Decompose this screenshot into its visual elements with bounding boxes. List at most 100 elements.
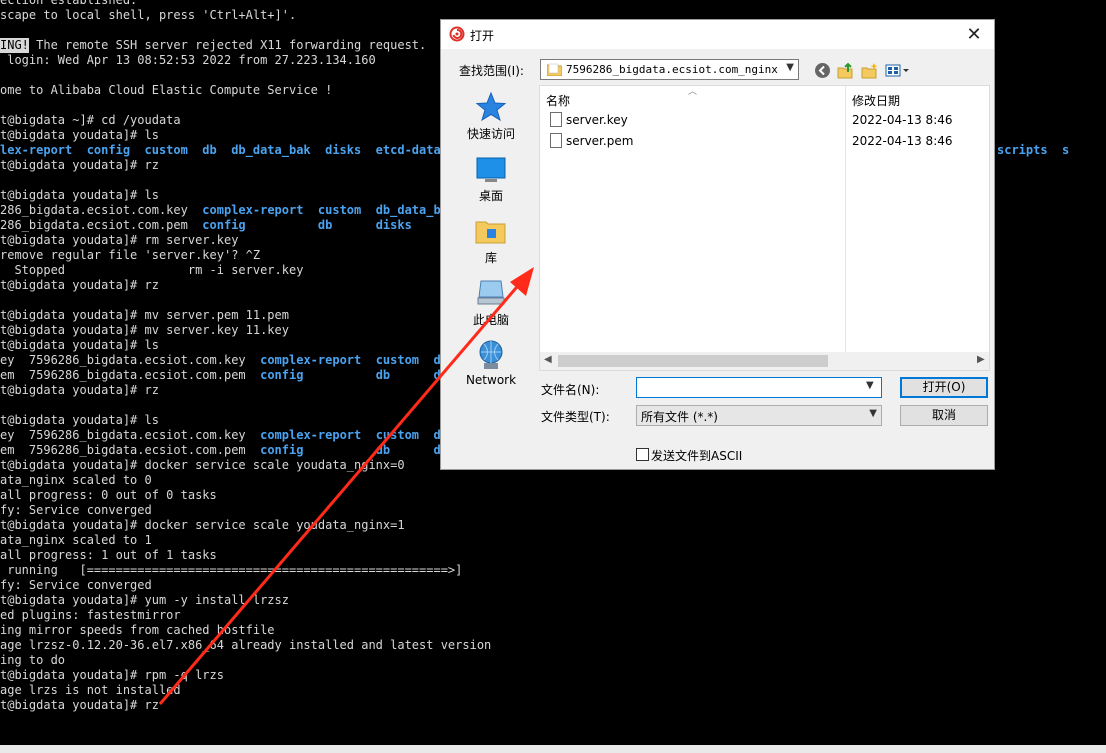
file-list[interactable]: 名称 ︿ 修改日期 server.key 2022-04-13 8:46 ser… <box>539 85 990 371</box>
terminal-line: t@bigdata youdata]# yum -y install lrzsz <box>0 593 289 608</box>
terminal-text: t@bigdata youdata]# rz <box>0 278 159 292</box>
new-folder-icon[interactable] <box>861 62 878 79</box>
terminal-line: ing mirror speeds from cached hostfile <box>0 623 275 638</box>
folder-icon <box>547 63 562 76</box>
terminal-text: ing to do <box>0 653 66 667</box>
place-label: Network <box>465 373 517 387</box>
terminal-text: t@bigdata youdata]# rz <box>0 158 159 172</box>
sort-ascending-icon: ︿ <box>688 87 698 97</box>
terminal-line: em 7596286_bigdata.ecsiot.com.pem config… <box>0 368 455 383</box>
ascii-checkbox[interactable] <box>636 448 649 461</box>
terminal-line: ata_nginx scaled to 1 <box>0 533 152 548</box>
directory-name: config db dis <box>260 368 456 382</box>
directory-name: lex-report config custom db db_data_bak … <box>0 143 441 157</box>
column-header-name[interactable]: 名称 <box>546 92 570 109</box>
terminal-text: fy: Service converged <box>0 578 152 592</box>
terminal-line: Stopped rm -i server.key <box>0 263 303 278</box>
filename-input[interactable] <box>636 377 882 398</box>
terminal-line: age lrzs is not installed <box>0 683 181 698</box>
dialog-title: 打开 <box>470 29 495 43</box>
directory-name: config db dis <box>260 443 456 457</box>
lookin-dropdown[interactable]: 7596286_bigdata.ecsiot.com_nginx ▼ <box>540 59 799 80</box>
terminal-text: ata_nginx scaled to 1 <box>0 533 152 547</box>
place-network[interactable]: Network <box>447 339 535 387</box>
network-icon <box>479 340 503 369</box>
place-label: 桌面 <box>478 189 503 203</box>
terminal-text: t@bigdata youdata]# rz <box>0 698 159 712</box>
back-icon[interactable] <box>814 62 831 79</box>
terminal-text: t@bigdata youdata]# ls <box>0 338 159 352</box>
terminal-line: ection established. <box>0 0 137 8</box>
filetype-value: 所有文件 (*.*) <box>641 410 718 424</box>
cancel-button[interactable]: 取消 <box>900 405 988 426</box>
directory-name: complex-report custom db_data_bak <box>202 203 456 217</box>
terminal-line: t@bigdata youdata]# mv server.key 11.key <box>0 323 289 338</box>
open-button[interactable]: 打开(O) <box>900 377 988 398</box>
computer-icon <box>477 280 505 305</box>
terminal-line: t@bigdata youdata]# mv server.pem 11.pem <box>0 308 289 323</box>
terminal-text: t@bigdata youdata]# rz <box>0 383 159 397</box>
terminal-text: t@bigdata youdata]# mv server.pem 11.pem <box>0 308 289 322</box>
place-library[interactable]: 库 <box>447 215 535 266</box>
terminal-line: t@bigdata youdata]# rz <box>0 278 159 293</box>
terminal-text: ection established. <box>0 0 138 7</box>
terminal-text: t@bigdata youdata]# ls <box>0 128 159 142</box>
terminal-text: ome to Alibaba Cloud Elastic Compute Ser… <box>0 83 333 97</box>
place-quick-access[interactable]: 快速访问 <box>447 91 535 142</box>
terminal-text: age lrzsz-0.12.20-36.el7.x86_64 already … <box>0 638 492 652</box>
terminal-line: remove regular file 'server.key'? ^Z <box>0 248 260 263</box>
terminal-text: all progress: 0 out of 0 tasks <box>0 488 217 502</box>
place-this-pc[interactable]: 此电脑 <box>447 277 535 328</box>
terminal-line: fy: Service converged <box>0 503 152 518</box>
terminal-text: all progress: 1 out of 1 tasks <box>0 548 217 562</box>
view-menu-icon[interactable] <box>885 62 913 79</box>
terminal-line: fy: Service converged <box>0 578 152 593</box>
file-row[interactable]: server.pem 2022-04-13 8:46 <box>540 131 989 151</box>
terminal-line: t@bigdata youdata]# ls <box>0 338 159 353</box>
terminal-line: all progress: 0 out of 0 tasks <box>0 488 217 503</box>
place-label: 此电脑 <box>472 313 509 327</box>
close-button[interactable]: ✕ <box>960 23 988 47</box>
column-header-date[interactable]: 修改日期 <box>852 92 900 109</box>
lookin-label: 查找范围(I): <box>459 64 524 78</box>
terminal-line: scape to local shell, press 'Ctrl+Alt+]'… <box>0 8 296 23</box>
terminal-line: t@bigdata youdata]# docker service scale… <box>0 518 405 533</box>
file-row[interactable]: server.key 2022-04-13 8:46 <box>540 110 989 130</box>
close-icon[interactable]: ✕ <box>966 24 981 45</box>
directory-name: config db disks <box>202 218 412 232</box>
terminal-line: t@bigdata youdata]# ls <box>0 413 159 428</box>
terminal-text: ed plugins: fastestmirror <box>0 608 181 622</box>
terminal-text: em 7596286_bigdata.ecsiot.com.pem <box>0 368 261 382</box>
terminal-text: ey 7596286_bigdata.ecsiot.com.key <box>0 428 261 442</box>
horizontal-scrollbar[interactable]: ◀ ▶ <box>540 352 989 370</box>
app-swirl-icon <box>449 26 465 42</box>
warning-label: ING! <box>0 38 29 53</box>
terminal-line: ey 7596286_bigdata.ecsiot.com.key comple… <box>0 353 455 368</box>
place-label: 快速访问 <box>466 127 515 141</box>
up-folder-icon[interactable] <box>837 62 854 79</box>
terminal-text: fy: Service converged <box>0 503 152 517</box>
terminal-text: remove regular file 'server.key'? ^Z <box>0 248 261 262</box>
terminal-line: t@bigdata youdata]# ls <box>0 188 159 203</box>
terminal-text: t@bigdata youdata]# yum -y install lrzsz <box>0 593 289 607</box>
directory-name: complex-report custom db_ <box>260 353 456 367</box>
terminal-line: running [===============================… <box>0 563 462 578</box>
scroll-right-icon[interactable]: ▶ <box>977 354 985 365</box>
scrollbar-thumb[interactable] <box>558 355 828 367</box>
terminal-text: t@bigdata youdata]# mv server.key 11.key <box>0 323 289 337</box>
terminal-line: t@bigdata youdata]# rm server.key <box>0 233 238 248</box>
dialog-titlebar[interactable]: 打开 ✕ <box>441 20 994 49</box>
place-desktop[interactable]: 桌面 <box>447 153 535 204</box>
chevron-down-icon[interactable]: ▼ <box>866 380 874 391</box>
library-icon <box>475 221 506 244</box>
chevron-down-icon: ▼ <box>786 62 794 73</box>
file-date: 2022-04-13 8:46 <box>852 113 953 127</box>
filetype-dropdown[interactable]: 所有文件 (*.*) ▼ <box>636 405 882 426</box>
terminal-line: ome to Alibaba Cloud Elastic Compute Ser… <box>0 83 332 98</box>
file-date: 2022-04-13 8:46 <box>852 134 953 148</box>
scroll-left-icon[interactable]: ◀ <box>544 354 552 365</box>
file-icon <box>550 112 562 127</box>
terminal-text: running [===============================… <box>0 563 463 577</box>
terminal-line: login: Wed Apr 13 08:52:53 2022 from 27.… <box>0 53 375 68</box>
ascii-label[interactable]: 发送文件到ASCII <box>651 447 742 464</box>
